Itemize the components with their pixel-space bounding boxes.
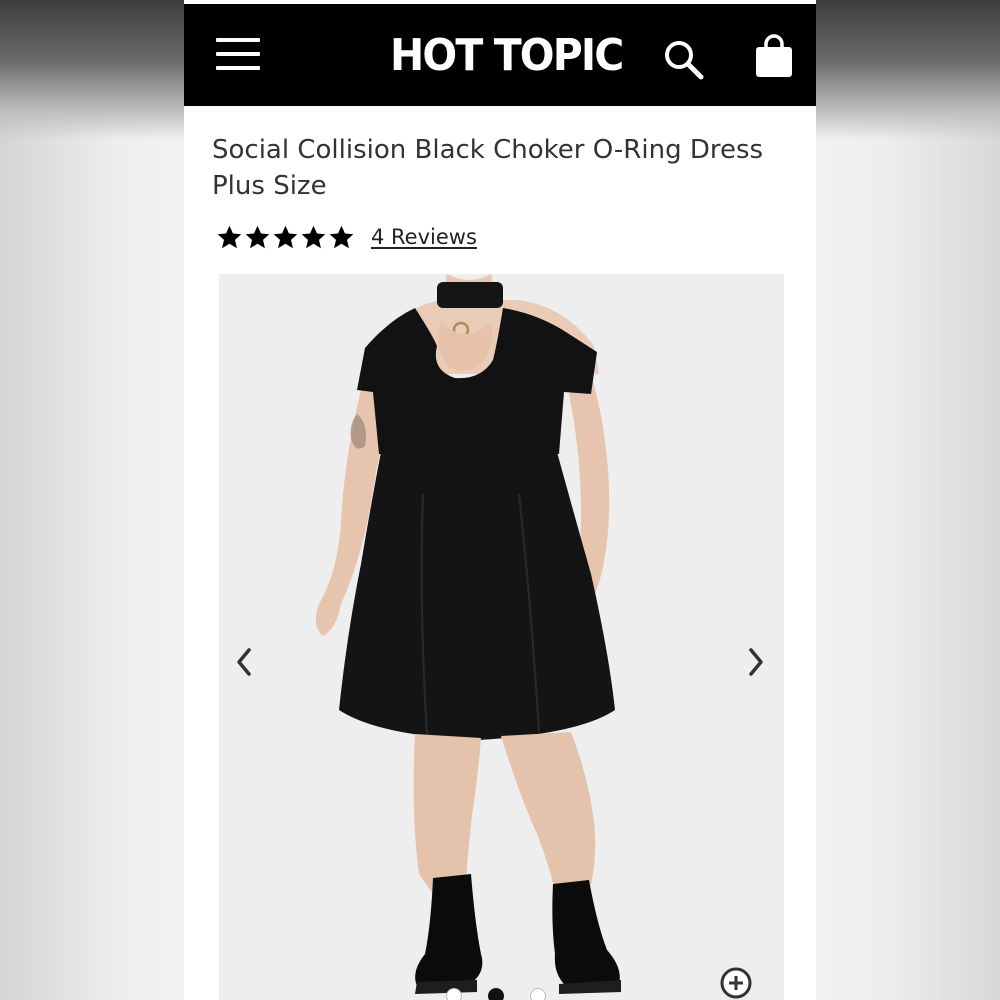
background-shade-left (0, 0, 184, 140)
hot-topic-logo[interactable]: HOT TOPIC (390, 32, 624, 80)
star-icon (245, 225, 270, 248)
star-icon (217, 225, 242, 248)
product-title: Social Collision Black Choker O-Ring Dre… (212, 135, 764, 201)
product-image-gallery[interactable] (219, 274, 784, 1000)
product-photo (219, 274, 784, 1000)
shopping-bag-icon[interactable] (754, 34, 794, 78)
zoom-in-icon[interactable] (719, 966, 755, 1000)
search-icon[interactable] (662, 38, 704, 80)
star-icon (301, 225, 326, 248)
chevron-left-icon[interactable] (231, 642, 257, 682)
rating-stars (216, 224, 355, 251)
product-rating: 4 Reviews (216, 220, 477, 254)
top-navigation-bar: HOT TOPIC (184, 4, 816, 106)
reviews-link[interactable]: 4 Reviews (371, 225, 477, 249)
menu-icon[interactable] (216, 36, 260, 72)
star-icon (273, 225, 298, 248)
chevron-right-icon[interactable] (743, 642, 769, 682)
pagination-dot[interactable] (530, 988, 546, 1000)
pagination-dot[interactable] (446, 988, 462, 1000)
gallery-pagination (446, 988, 546, 1000)
mobile-page: HOT TOPIC Social Collision Black Choker … (184, 0, 816, 1000)
background-shade-right (816, 0, 1000, 140)
star-icon (329, 225, 354, 248)
pagination-dot[interactable] (488, 988, 504, 1000)
